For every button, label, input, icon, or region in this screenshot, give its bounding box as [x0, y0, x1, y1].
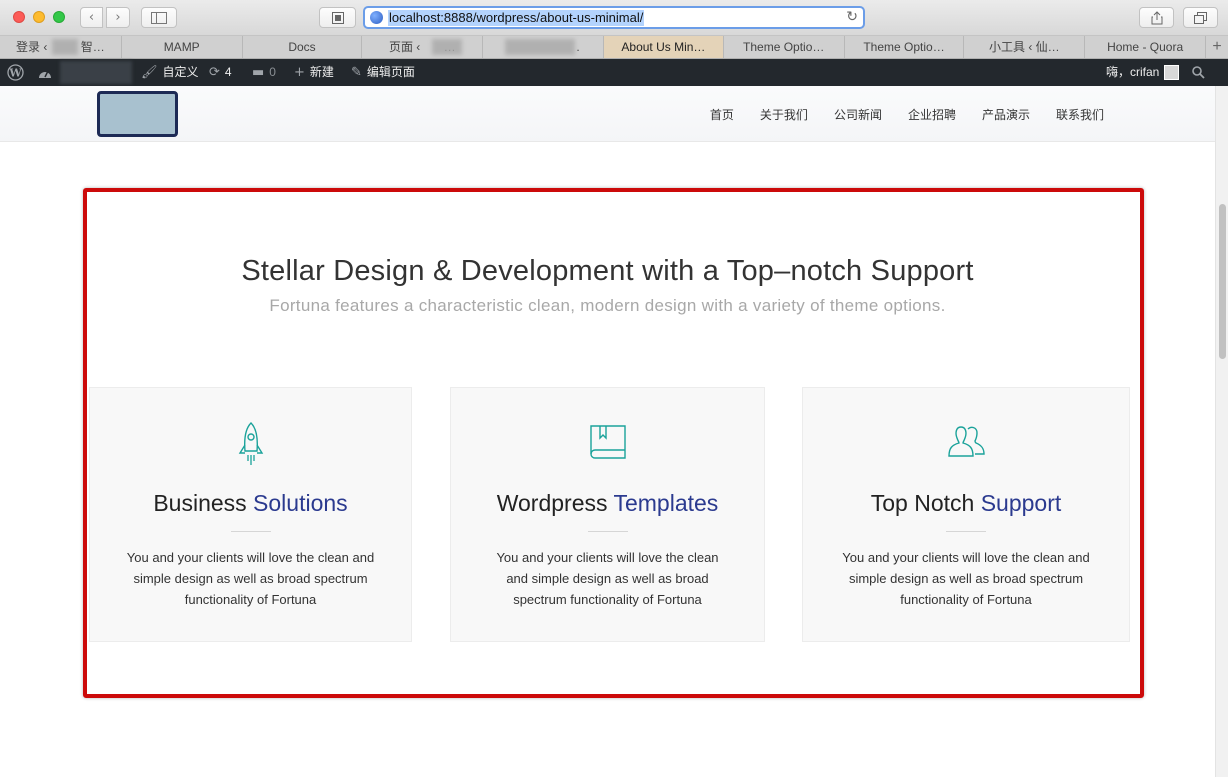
minimize-window-button[interactable]	[33, 11, 45, 23]
sidebar-icon	[151, 11, 167, 24]
zoom-window-button[interactable]	[53, 11, 65, 23]
page-content: Stellar Design & Development with a Top–…	[0, 142, 1215, 777]
address-bar[interactable]: localhost:8888/wordpress/about-us-minima…	[363, 6, 865, 29]
tab-label: .	[576, 40, 580, 54]
back-button[interactable]: ‹	[80, 7, 103, 28]
nav-item-contact[interactable]: 联系我们	[1056, 106, 1104, 123]
greeting-label: 嗨，crifan	[1106, 65, 1160, 79]
browser-titlebar: ‹ › localhost:8888/wordpress/about-us-mi…	[0, 0, 1228, 36]
tab-label: Theme Optio…	[863, 40, 945, 54]
search-icon	[1192, 66, 1205, 79]
new-content-menu[interactable]: + 新建	[294, 59, 334, 86]
my-account-menu[interactable]: 嗨，crifan	[1106, 59, 1180, 86]
refresh-icon: ⟳	[209, 65, 220, 80]
tab-pages[interactable]: 页面 ‹ …	[362, 36, 484, 58]
url-text[interactable]: localhost:8888/wordpress/about-us-minima…	[388, 10, 645, 26]
forward-button[interactable]: ›	[106, 7, 130, 28]
annotation-highlight-box	[83, 188, 1144, 698]
search-toggle[interactable]	[1192, 59, 1205, 86]
tab-mamp[interactable]: MAMP	[122, 36, 243, 58]
reader-mode-button[interactable]	[319, 7, 356, 28]
tab-label: 页面 ‹	[388, 40, 421, 54]
svg-text:W: W	[8, 67, 22, 80]
wp-admin-bar: W 🖌 自定义 ⟳ 4 ▬ 0 + 新建 ✎ 编辑页面 嗨，crifan	[0, 59, 1228, 86]
tab-label: MAMP	[163, 40, 200, 54]
chevron-left-icon: ‹	[88, 10, 95, 25]
reload-icon[interactable]: ↻	[846, 8, 858, 27]
edit-page-link[interactable]: ✎ 编辑页面	[351, 59, 415, 86]
tab-label: Home - Quora	[1107, 40, 1184, 54]
tab-label: 小工具 ‹ 仙…	[988, 40, 1060, 54]
updates-count: 4	[224, 65, 232, 79]
share-button[interactable]	[1139, 7, 1174, 28]
site-logo[interactable]	[97, 91, 178, 137]
tab-overview-button[interactable]	[1183, 7, 1218, 28]
close-window-button[interactable]	[13, 11, 25, 23]
blurred-region	[432, 39, 463, 55]
site-header: 首页 关于我们 公司新闻 企业招聘 产品演示 联系我们	[0, 86, 1228, 142]
avatar	[1164, 65, 1180, 80]
customize-label: 自定义	[162, 65, 199, 79]
tab-bar: 登录 ‹ 智… MAMP Docs 页面 ‹ … . About Us Min……	[0, 36, 1228, 59]
comments-count: 0	[269, 65, 276, 79]
new-tab-button[interactable]: +	[1206, 36, 1228, 58]
scrollbar-thumb[interactable]	[1219, 204, 1226, 359]
tab-label: About Us Min…	[621, 40, 706, 54]
nav-item-products[interactable]: 产品演示	[982, 106, 1030, 123]
sidebar-toggle-button[interactable]	[141, 7, 177, 28]
tab-widgets[interactable]: 小工具 ‹ 仙…	[964, 36, 1086, 58]
customize-link[interactable]: 🖌 自定义	[141, 59, 199, 86]
blurred-region	[52, 39, 78, 55]
tab-about-us[interactable]: About Us Min…	[604, 36, 724, 58]
plus-icon: +	[1212, 38, 1222, 55]
nav-item-home[interactable]: 首页	[710, 106, 734, 123]
reader-icon	[331, 11, 344, 24]
wordpress-logo-icon: W	[7, 64, 24, 81]
dashboard-icon	[39, 70, 51, 78]
main-nav: 首页 关于我们 公司新闻 企业招聘 产品演示 联系我们	[710, 86, 1104, 142]
tab-theme-options-1[interactable]: Theme Optio…	[724, 36, 845, 58]
tab-login[interactable]: 登录 ‹ 智…	[0, 36, 122, 58]
nav-item-about[interactable]: 关于我们	[760, 106, 808, 123]
updates-link[interactable]: ⟳ 4	[209, 59, 232, 86]
tab-quora[interactable]: Home - Quora	[1085, 36, 1207, 58]
chevron-right-icon: ›	[115, 10, 121, 25]
globe-icon	[370, 11, 383, 24]
comments-link[interactable]: ▬ 0	[252, 59, 276, 86]
tab-docs[interactable]: Docs	[243, 36, 363, 58]
tab-theme-options-2[interactable]: Theme Optio…	[845, 36, 965, 58]
new-label: 新建	[309, 65, 334, 79]
pencil-icon: ✎	[351, 65, 362, 80]
nav-item-careers[interactable]: 企业招聘	[908, 106, 956, 123]
brush-icon: 🖌	[141, 65, 158, 80]
share-icon	[1151, 10, 1162, 24]
blurred-region	[505, 39, 576, 55]
tab-blurred[interactable]: .	[483, 36, 604, 58]
tab-label: Docs	[288, 40, 316, 54]
tabs-icon	[1194, 11, 1207, 24]
comment-icon: ▬	[252, 65, 265, 80]
wp-logo-menu[interactable]: W	[7, 59, 24, 86]
blurred-site-name	[60, 61, 132, 84]
vertical-scrollbar[interactable]	[1215, 86, 1228, 777]
dashboard-menu[interactable]	[37, 59, 53, 86]
edit-page-label: 编辑页面	[366, 65, 415, 79]
tab-label-suffix: 智…	[80, 40, 105, 54]
tab-label: Theme Optio…	[743, 40, 825, 54]
plus-icon: +	[294, 65, 305, 80]
tab-label: 登录 ‹	[16, 40, 51, 54]
nav-item-news[interactable]: 公司新闻	[834, 106, 882, 123]
